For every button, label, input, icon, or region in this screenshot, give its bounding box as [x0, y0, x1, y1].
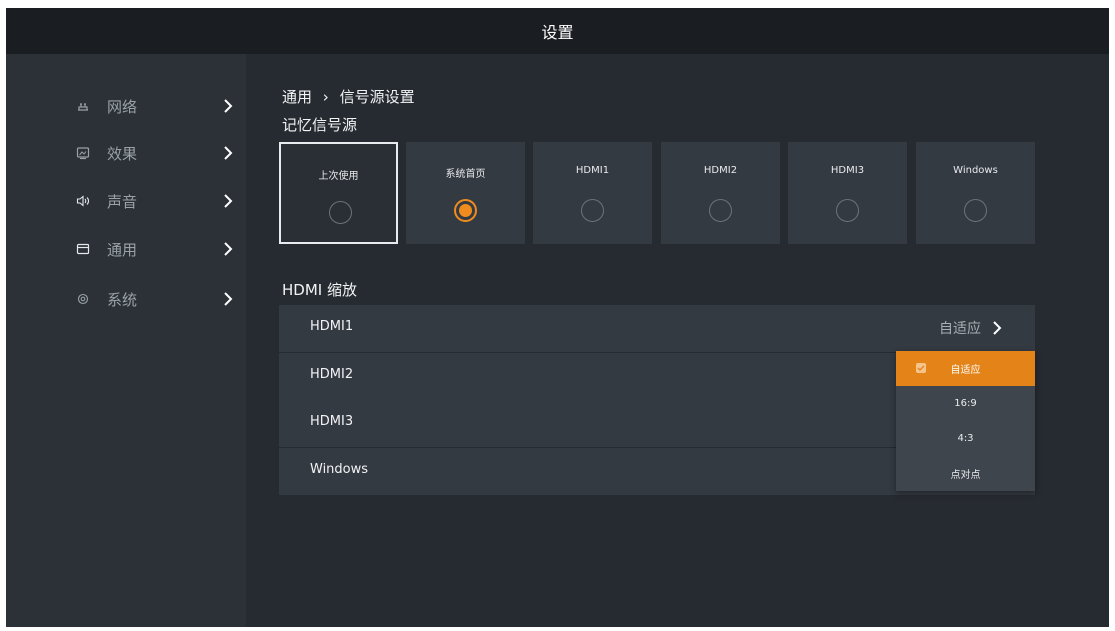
dropdown-option-16-9[interactable]: 16:9 [896, 386, 1035, 421]
source-option-home[interactable]: 系统首页 [406, 142, 525, 244]
dropdown-option-label: 点对点 [950, 470, 981, 481]
network-icon [76, 99, 90, 113]
zoom-mode-dropdown: 自适应 16:9 4:3 点对点 [896, 351, 1035, 491]
radio-button[interactable] [964, 199, 987, 222]
radio-button[interactable] [329, 201, 352, 224]
source-option-label: 上次使用 [318, 171, 359, 182]
row-label: HDMI1 [310, 319, 354, 334]
chevron-right-icon [993, 321, 1002, 335]
sidebar-item-label: 网络 [107, 97, 138, 116]
radio-button[interactable] [709, 199, 732, 222]
chevron-right-icon [224, 99, 233, 113]
sidebar-item-label: 效果 [107, 144, 138, 163]
dropdown-option-point-to-point[interactable]: 点对点 [896, 456, 1035, 491]
source-option-label: HDMI1 [575, 165, 610, 176]
source-option-hdmi1[interactable]: HDMI1 [533, 142, 652, 244]
radio-button[interactable] [836, 199, 859, 222]
breadcrumb: 通用 › 信号源设置 [282, 86, 415, 107]
sidebar-item-network[interactable]: 网络 [6, 86, 246, 126]
chevron-right-icon [224, 292, 233, 306]
dropdown-option-label: 4:3 [957, 433, 974, 444]
sidebar-item-label: 系统 [107, 290, 138, 309]
sidebar-item-label: 声音 [107, 192, 138, 211]
window-title: 设置 [541, 23, 574, 42]
settings-screen: 设置 网络 效果 声音 通用 系统 通用 › 信号源设置 记忆信号源 上次使用 … [6, 8, 1109, 627]
breadcrumb-parent[interactable]: 通用 [282, 88, 312, 106]
sidebar-item-effect[interactable]: 效果 [6, 133, 246, 173]
sidebar: 网络 效果 声音 通用 系统 [6, 54, 246, 627]
chevron-right-icon [224, 242, 233, 256]
source-option-label: Windows [953, 165, 998, 176]
dropdown-option-adaptive[interactable]: 自适应 [896, 351, 1035, 386]
sidebar-item-label: 通用 [107, 240, 138, 259]
breadcrumb-current: 信号源设置 [339, 88, 415, 106]
sidebar-item-general[interactable]: 通用 [6, 229, 246, 269]
source-option-windows[interactable]: Windows [916, 142, 1035, 244]
dropdown-option-label: 自适应 [950, 365, 981, 376]
source-option-last-used[interactable]: 上次使用 [279, 142, 398, 244]
chevron-right-icon [224, 146, 233, 160]
breadcrumb-separator: › [322, 88, 329, 106]
radio-button-selected[interactable] [454, 199, 477, 222]
chevron-right-icon [224, 194, 233, 208]
memory-source-title: 记忆信号源 [282, 116, 358, 134]
source-option-label: HDMI2 [703, 165, 738, 176]
source-option-hdmi3[interactable]: HDMI3 [788, 142, 907, 244]
hdmi-zoom-title: HDMI 缩放 [282, 281, 357, 299]
dropdown-option-label: 16:9 [954, 398, 977, 409]
title-bar: 设置 [6, 8, 1109, 54]
picture-icon [76, 146, 90, 160]
speaker-icon [76, 194, 90, 208]
row-label: Windows [310, 462, 369, 477]
row-value: 自适应 [939, 321, 981, 337]
sidebar-item-sound[interactable]: 声音 [6, 181, 246, 221]
check-icon [916, 363, 926, 373]
hdmi-zoom-row-hdmi1[interactable]: HDMI1 自适应 [279, 305, 1035, 352]
source-option-label: HDMI3 [830, 165, 865, 176]
source-option-hdmi2[interactable]: HDMI2 [661, 142, 780, 244]
sidebar-item-system[interactable]: 系统 [6, 279, 246, 319]
general-icon [76, 242, 90, 256]
dropdown-option-4-3[interactable]: 4:3 [896, 421, 1035, 456]
row-label: HDMI3 [310, 414, 354, 429]
system-icon [76, 292, 90, 306]
source-option-label: 系统首页 [445, 169, 486, 180]
radio-button[interactable] [581, 199, 604, 222]
row-label: HDMI2 [310, 367, 354, 382]
